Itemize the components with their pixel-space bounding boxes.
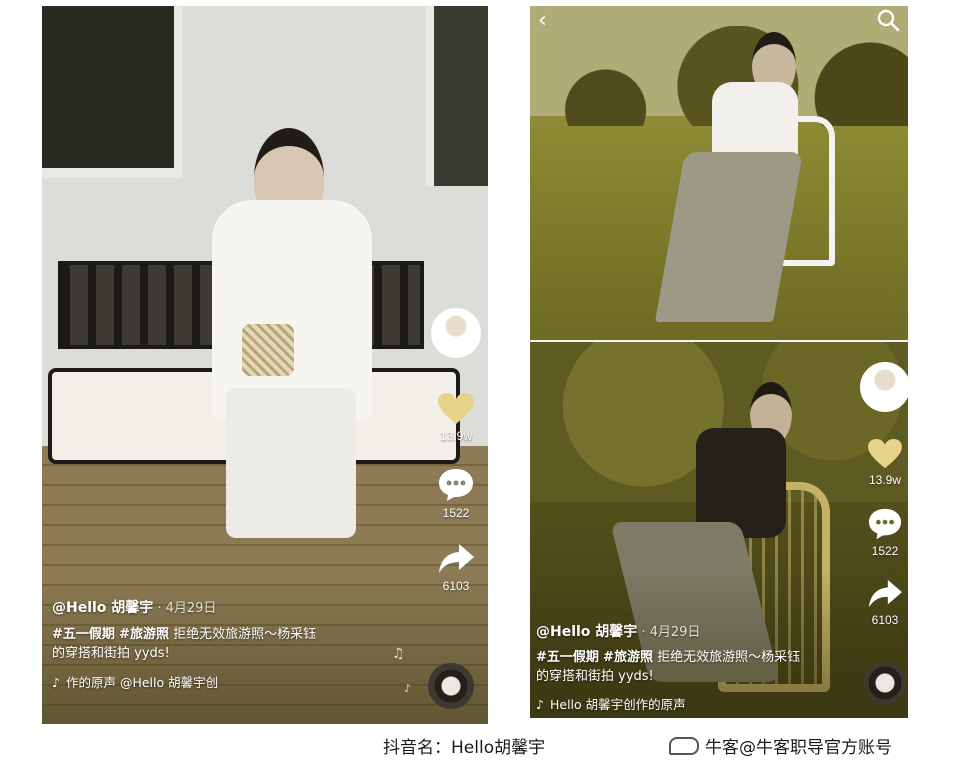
music-row[interactable]: ♪ Hello 胡馨宇创作的原声 [536, 694, 856, 713]
watermark-text: 牛客@牛客职导官方账号 [705, 738, 892, 758]
garden-photo-top [530, 6, 908, 340]
share-arrow-icon [869, 579, 902, 608]
watermark: 牛客@牛客职导官方账号 [669, 733, 892, 758]
music-title: Hello 胡馨宇创作的原声 [549, 697, 686, 712]
watermark-logo-icon [669, 737, 699, 755]
comment-button[interactable]: 1522 [867, 507, 903, 558]
right-caption: @Hello 胡馨宇 · 4月29日 #五一假期 #旅游照 拒绝无效旅游照～杨采钰… [536, 621, 856, 713]
creator-avatar[interactable] [860, 362, 908, 412]
share-button[interactable]: 6103 [867, 578, 903, 627]
post-description: #五一假期 #旅游照 拒绝无效旅游照～杨采钰 的穿搭和街拍 yyds! [52, 625, 412, 663]
person-figure [212, 128, 372, 548]
left-video-screen[interactable]: 13.9w 1522 6103 @Hello 胡馨宇 · 4月29日 #五一假期 … [42, 6, 488, 724]
hashtag-travel-photo[interactable]: #旅游照 [603, 650, 653, 665]
hashtag-holiday[interactable]: #五一假期 [52, 627, 115, 642]
description-text: 拒绝无效旅游照～杨采钰 [657, 650, 801, 665]
like-button[interactable]: 13.9w [437, 392, 475, 443]
right-video-screen[interactable]: ‹ 13.9w 1522 6103 @Hello 胡馨宇 · 4月29日 #五一假… [530, 6, 908, 718]
person-seated-top [655, 32, 803, 332]
creator-avatar[interactable] [431, 308, 481, 358]
right-action-bar: 13.9w 1522 6103 [857, 362, 908, 627]
window-left [42, 6, 182, 178]
music-title: 作的原声 @Hello 胡馨宇创 [65, 675, 219, 690]
window-right [426, 6, 488, 186]
person-sweater [212, 200, 372, 420]
comment-bubble-icon [439, 469, 473, 501]
hashtag-travel-photo[interactable]: #旅游照 [119, 627, 169, 642]
account-name-label: 抖音名：Hello胡馨宇 [383, 738, 546, 758]
music-note-icon: ♪ [52, 675, 60, 690]
chevron-left-icon[interactable]: ‹ [538, 10, 547, 32]
share-arrow-icon [439, 544, 474, 573]
music-disc[interactable] [428, 663, 474, 709]
comment-count: 1522 [871, 544, 899, 558]
share-button[interactable]: 6103 [437, 542, 475, 593]
floating-note-icon: ♪ [404, 682, 412, 695]
username-link[interactable]: @Hello 胡馨宇 [536, 624, 637, 640]
post-description: #五一假期 #旅游照 拒绝无效旅游照～杨采钰 的穿搭和街拍 yyds! [536, 648, 856, 686]
username-link[interactable]: @Hello 胡馨宇 [52, 600, 153, 616]
comment-count: 1522 [442, 506, 470, 520]
heart-icon [868, 438, 902, 469]
hashtag-holiday[interactable]: #五一假期 [536, 650, 599, 665]
description-text-line2: 的穿搭和街拍 yyds! [52, 646, 170, 661]
left-action-bar: 13.9w 1522 6103 [426, 308, 486, 593]
music-note-icon: ♪ [536, 697, 544, 712]
music-disc[interactable] [864, 662, 906, 704]
floating-note-icon: ♫ [392, 646, 405, 662]
person-jeans [655, 152, 803, 322]
share-count: 6103 [442, 579, 470, 593]
post-date: · 4月29日 [641, 625, 701, 640]
description-text-line2: 的穿搭和街拍 yyds! [536, 669, 654, 684]
like-count: 13.9w [868, 473, 902, 487]
left-caption: @Hello 胡馨宇 · 4月29日 #五一假期 #旅游照 拒绝无效旅游照～杨采钰… [52, 597, 412, 691]
like-button[interactable]: 13.9w [867, 438, 903, 487]
post-date: · 4月29日 [157, 601, 217, 616]
handbag [242, 324, 294, 376]
comment-bubble-icon [868, 508, 902, 540]
description-text: 拒绝无效旅游照～杨采钰 [173, 627, 317, 642]
music-row[interactable]: ♪ 作的原声 @Hello 胡馨宇创 [52, 672, 412, 691]
comment-button[interactable]: 1522 [437, 467, 475, 520]
search-icon[interactable] [876, 8, 900, 32]
like-count: 13.9w [439, 429, 473, 443]
share-count: 6103 [871, 613, 899, 627]
person-trousers [226, 388, 356, 538]
heart-icon [438, 393, 474, 424]
